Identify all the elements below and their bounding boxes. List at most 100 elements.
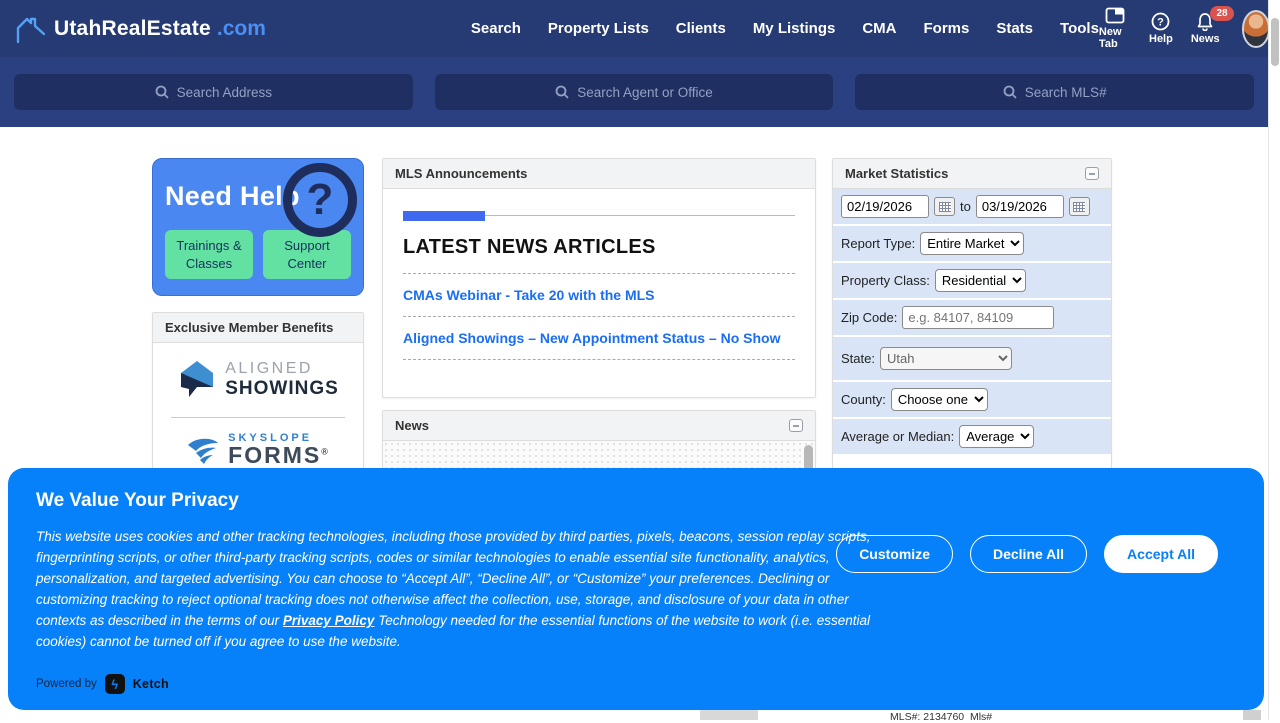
powered-by-label: Powered by xyxy=(36,678,97,690)
member-benefits-panel: Exclusive Member Benefits ALIGNED SHOWIN… xyxy=(152,312,364,472)
question-mark-icon: ? xyxy=(283,163,357,237)
collapse-icon[interactable] xyxy=(789,419,803,432)
privacy-policy-link[interactable]: Privacy Policy xyxy=(283,613,375,628)
new-tab-icon xyxy=(1105,7,1125,24)
user-avatar[interactable] xyxy=(1242,10,1271,48)
brand-name: UtahRealEstate xyxy=(54,17,211,41)
brand-tld: .com xyxy=(217,17,266,41)
calendar-button-from[interactable] xyxy=(934,197,955,216)
mls-announcements-panel: MLS Announcements LATEST NEWS ARTICLES C… xyxy=(382,158,816,398)
news-label: News xyxy=(1191,33,1220,45)
aligned-top-text: ALIGNED xyxy=(225,360,339,378)
privacy-title: We Value Your Privacy xyxy=(36,490,1236,512)
registered-mark: ® xyxy=(321,446,330,456)
mls-search-placeholder: Search MLS# xyxy=(1025,85,1107,100)
report-type-label: Report Type: xyxy=(841,236,915,251)
mls-number-search-input[interactable]: Search MLS# xyxy=(855,74,1254,110)
nav-item-my-listings[interactable]: My Listings xyxy=(753,20,836,37)
news-title: News xyxy=(395,418,429,433)
average-median-row: Average or Median: Average xyxy=(833,419,1111,456)
powered-by-ketch: Powered by ϟ Ketch xyxy=(36,674,169,694)
decline-all-button[interactable]: Decline All xyxy=(970,535,1087,573)
article-link-aligned-showings[interactable]: Aligned Showings – New Appointment Statu… xyxy=(403,330,795,346)
report-type-row: Report Type: Entire Market xyxy=(833,226,1111,263)
clipped-team-logo: TEAM TANKSLEY xyxy=(415,712,835,720)
member-benefits-header: Exclusive Member Benefits xyxy=(153,313,363,343)
property-class-label: Property Class: xyxy=(841,273,930,288)
agent-office-search-placeholder: Search Agent or Office xyxy=(577,85,713,100)
accept-all-button[interactable]: Accept All xyxy=(1104,535,1218,573)
zip-code-input[interactable] xyxy=(902,306,1054,329)
address-search-input[interactable]: Search Address xyxy=(14,74,413,110)
market-statistics-title: Market Statistics xyxy=(845,166,948,181)
support-center-button[interactable]: Support Center xyxy=(263,230,351,279)
help-label: Help xyxy=(1149,33,1173,45)
blue-accent-bar xyxy=(403,211,485,221)
divider-line xyxy=(403,215,795,216)
house-logo-icon xyxy=(14,14,48,44)
page-scrollbar-thumb[interactable] xyxy=(1271,18,1279,66)
date-range-to-label: to xyxy=(960,199,971,214)
agent-office-search-input[interactable]: Search Agent or Office xyxy=(435,74,834,110)
date-from-input[interactable] xyxy=(841,195,929,218)
property-class-select[interactable]: Residential xyxy=(935,269,1026,292)
state-row: State: Utah xyxy=(833,337,1111,382)
svg-text:?: ? xyxy=(1158,17,1165,29)
new-tab-button[interactable]: New Tab xyxy=(1099,7,1131,50)
aligned-showings-logo[interactable]: ALIGNED SHOWINGS xyxy=(153,343,363,417)
nav-item-property-lists[interactable]: Property Lists xyxy=(548,20,649,37)
calendar-icon xyxy=(939,202,951,212)
market-statistics-panel: Market Statistics to Report Type: Entire… xyxy=(832,158,1112,519)
state-label: State: xyxy=(841,351,875,366)
site-logo[interactable]: UtahRealEstate.com xyxy=(14,14,266,44)
question-mark-glyph: ? xyxy=(307,175,334,225)
zip-code-row: Zip Code: xyxy=(833,300,1111,337)
aligned-showings-icon xyxy=(177,357,217,403)
trainings-classes-button[interactable]: Trainings & Classes xyxy=(165,230,253,279)
nav-item-clients[interactable]: Clients xyxy=(676,20,726,37)
member-benefits-title: Exclusive Member Benefits xyxy=(165,320,333,335)
county-select[interactable]: Choose one xyxy=(891,388,988,411)
need-help-card: ? Need Help Trainings & Classes Support … xyxy=(152,158,364,296)
date-to-input[interactable] xyxy=(976,195,1064,218)
nav-item-search[interactable]: Search xyxy=(471,20,521,37)
average-median-label: Average or Median: xyxy=(841,429,954,444)
average-median-select[interactable]: Average xyxy=(959,425,1034,448)
news-button[interactable]: 28 News xyxy=(1191,12,1220,45)
report-type-select[interactable]: Entire Market xyxy=(920,232,1024,255)
help-icon: ? xyxy=(1151,12,1170,31)
market-statistics-header: Market Statistics xyxy=(833,159,1111,189)
cookie-consent-banner: We Value Your Privacy This website uses … xyxy=(8,468,1264,710)
skyslope-icon xyxy=(186,433,220,467)
calendar-button-to[interactable] xyxy=(1069,197,1090,216)
nav-item-forms[interactable]: Forms xyxy=(924,20,970,37)
search-icon xyxy=(155,85,169,99)
nav-item-cma[interactable]: CMA xyxy=(862,20,896,37)
state-select[interactable]: Utah xyxy=(880,347,1012,370)
county-label: County: xyxy=(841,392,886,407)
cookie-buttons: Customize Decline All Accept All xyxy=(836,535,1218,573)
property-class-row: Property Class: Residential xyxy=(833,263,1111,300)
mls-announcements-header: MLS Announcements xyxy=(383,159,815,189)
new-tab-label: New Tab xyxy=(1099,26,1131,50)
clipped-scrollbar-strip xyxy=(700,710,758,720)
quick-search-row: Search Address Search Agent or Office Se… xyxy=(0,57,1268,127)
clipped-mls-text: MLS#: 2134760 Mls# xyxy=(890,711,992,723)
dashed-divider xyxy=(403,316,795,317)
customize-button[interactable]: Customize xyxy=(836,535,953,573)
article-link-cmas-webinar[interactable]: CMAs Webinar - Take 20 with the MLS xyxy=(403,287,795,303)
search-icon xyxy=(555,85,569,99)
county-row: County: Choose one xyxy=(833,382,1111,419)
skyslope-bottom-text: FORMS® xyxy=(228,444,330,467)
nav-item-tools[interactable]: Tools xyxy=(1060,20,1099,37)
ketch-name: Ketch xyxy=(133,677,169,691)
zip-code-label: Zip Code: xyxy=(841,310,897,325)
nav-item-stats[interactable]: Stats xyxy=(996,20,1033,37)
news-header: News xyxy=(383,411,815,441)
help-button[interactable]: ? Help xyxy=(1149,12,1173,45)
skyslope-forms-logo[interactable]: SKYSLOPE FORMS® xyxy=(153,418,363,472)
collapse-icon[interactable] xyxy=(1085,167,1099,180)
dashed-divider xyxy=(403,359,795,360)
news-badge: 28 xyxy=(1210,6,1233,21)
privacy-body: This website uses cookies and other trac… xyxy=(36,526,888,652)
